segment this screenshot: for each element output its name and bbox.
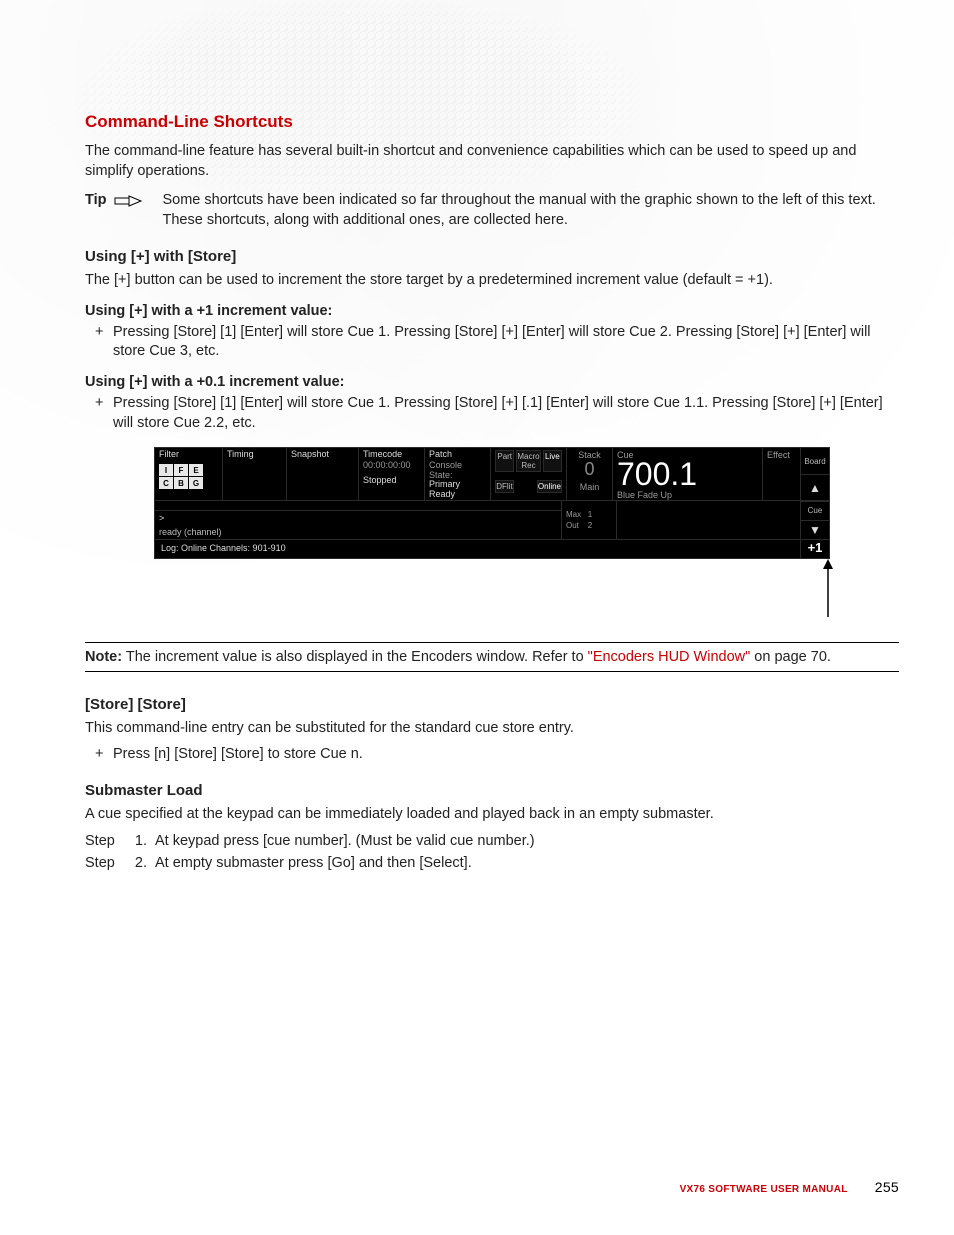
timecode-label: Timecode (363, 450, 420, 460)
filter-cell: F (174, 464, 188, 476)
page-number: 255 (875, 1179, 899, 1195)
subheading-using-plus-store: Using [+] with [Store] (85, 248, 899, 265)
store-store-paragraph: This command-line entry can be substitut… (85, 719, 899, 739)
ready-line: ready (channel) (155, 525, 561, 539)
console-state-ready: Ready (429, 490, 486, 500)
subheading-submaster-load: Submaster Load (85, 782, 899, 799)
section-heading: Command-Line Shortcuts (85, 112, 899, 132)
divider (85, 671, 899, 672)
log-text: Log: Online Channels: 901-910 (155, 540, 800, 558)
note-label: Note: (85, 649, 122, 665)
subheading-inc-plus01: Using [+] with a +0.1 increment value: (85, 374, 899, 390)
console-state-label: Console State: (429, 460, 486, 480)
step-text: At keypad press [cue number]. (Must be v… (155, 831, 535, 853)
step-text: At empty submaster press [Go] and then [… (155, 853, 472, 875)
flag-live: Live (543, 450, 562, 472)
out-label: Out (566, 521, 579, 530)
snapshot-label: Snapshot (291, 450, 354, 460)
flag-dflt: DFlit (495, 480, 514, 493)
filter-cell: E (189, 464, 203, 476)
tip-label: Tip (85, 191, 106, 211)
list-item: Pressing [Store] [1] [Enter] will store … (113, 394, 899, 433)
filter-label: Filter (159, 450, 218, 460)
plus-intro-paragraph: The [+] button can be used to increment … (85, 271, 899, 291)
arrow-up-icon[interactable]: ▲ (801, 475, 829, 502)
side-board-button[interactable]: Board (801, 448, 829, 475)
tip-text: Some shortcuts have been indicated so fa… (150, 191, 899, 230)
tip-block: Tip Some shortcuts have been indicated s… (85, 191, 899, 230)
side-cue-button[interactable]: Cue (801, 501, 829, 521)
filter-cell: B (174, 477, 188, 489)
subheading-store-store: [Store] [Store] (85, 696, 899, 713)
filter-cell: G (189, 477, 203, 489)
page-footer: VX76 SOFTWARE USER MANUAL 255 (680, 1179, 899, 1195)
prompt-line: > (155, 510, 561, 525)
flag-online: Online (537, 480, 562, 493)
callout-arrow-icon (813, 559, 843, 624)
divider (85, 642, 899, 643)
subheading-inc-plus1: Using [+] with a +1 increment value: (85, 303, 899, 319)
timecode-value: 00:00:00:00 (363, 460, 420, 470)
flag-macro-rec: Macro Rec (516, 450, 540, 472)
step-label: Step (85, 831, 121, 853)
note-text-post: on page 70. (750, 649, 831, 665)
filter-grid: I F E C B G (159, 464, 203, 489)
filter-cell: I (159, 464, 173, 476)
patch-label: Patch (429, 450, 486, 460)
step-label: Step (85, 853, 121, 875)
stack-main: Main (571, 482, 608, 492)
increment-indicator: +1 (800, 540, 829, 558)
flag-part: Part (495, 450, 514, 472)
step-number: 1. (129, 831, 147, 853)
manual-title: VX76 SOFTWARE USER MANUAL (680, 1184, 848, 1195)
stack-value: 0 (571, 460, 608, 478)
note-line: Note: The increment value is also displa… (85, 649, 899, 665)
filter-cell: C (159, 477, 173, 489)
max-label: Max (566, 510, 581, 519)
out-value: 2 (588, 521, 592, 530)
tip-arrow-icon (114, 194, 142, 214)
step-number: 2. (129, 853, 147, 875)
cue-value: 700.1 (617, 458, 758, 490)
timing-label: Timing (227, 450, 282, 460)
intro-paragraph: The command-line feature has several bui… (85, 142, 899, 181)
submaster-paragraph: A cue specified at the keypad can be imm… (85, 805, 899, 825)
console-screenshot: Filter I F E C B G Timing Snapshot (154, 447, 830, 559)
encoders-hud-link[interactable]: "Encoders HUD Window" (588, 649, 751, 665)
list-item: Pressing [Store] [1] [Enter] will store … (113, 323, 899, 362)
max-value: 1 (588, 510, 592, 519)
timecode-status: Stopped (363, 476, 420, 486)
list-item: Press [n] [Store] [Store] to store Cue n… (113, 745, 899, 765)
effect-label: Effect (767, 450, 796, 460)
note-text-pre: The increment value is also displayed in… (126, 649, 588, 665)
arrow-down-icon[interactable]: ▼ (801, 521, 829, 540)
